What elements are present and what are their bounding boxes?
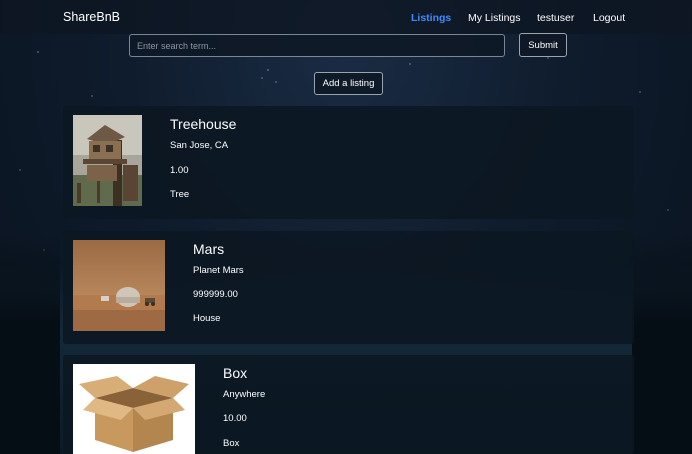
- listing-title[interactable]: Treehouse: [170, 116, 236, 132]
- listing-type: Tree: [170, 189, 190, 200]
- search-input[interactable]: [129, 34, 505, 57]
- nav-link-listings[interactable]: Listings: [411, 12, 451, 24]
- listing-location: San Jose, CA: [170, 140, 229, 151]
- listing-image-box[interactable]: [73, 364, 195, 454]
- listing-price: 999999.00: [193, 289, 238, 300]
- listing-title[interactable]: Box: [223, 365, 247, 381]
- nav-link-logout[interactable]: Logout: [593, 12, 625, 24]
- add-listing-button[interactable]: Add a listing: [314, 72, 383, 95]
- nav-link-user[interactable]: testuser: [537, 12, 574, 24]
- listing-type: House: [193, 313, 221, 324]
- nav-link-my-listings[interactable]: My Listings: [468, 12, 521, 24]
- submit-button[interactable]: Submit: [519, 33, 567, 57]
- listing-location: Planet Mars: [193, 265, 244, 276]
- background-trees-left: [0, 234, 60, 454]
- listing-card-box[interactable]: Box Anywhere 10.00 Box: [63, 355, 634, 454]
- navbar: ShareBnB Listings My Listings testuser L…: [0, 0, 692, 34]
- listing-price: 1.00: [170, 165, 189, 176]
- listing-card-mars[interactable]: Mars Planet Mars 999999.00 House: [63, 231, 634, 344]
- brand-link[interactable]: ShareBnB: [63, 10, 120, 24]
- background-trees-right: [632, 234, 692, 454]
- listing-type: Box: [223, 438, 240, 449]
- listing-image-treehouse[interactable]: [73, 115, 142, 206]
- listing-card-treehouse[interactable]: Treehouse San Jose, CA 1.00 Tree: [63, 106, 634, 219]
- listing-image-mars[interactable]: [73, 240, 165, 331]
- listing-title[interactable]: Mars: [193, 241, 224, 257]
- listing-location: Anywhere: [223, 389, 266, 400]
- listing-price: 10.00: [223, 413, 247, 424]
